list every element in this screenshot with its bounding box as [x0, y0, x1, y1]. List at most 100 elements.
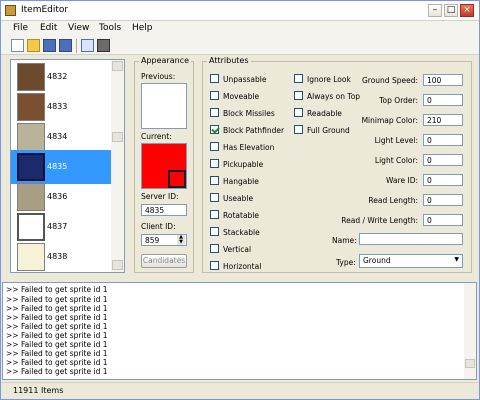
minimize-button[interactable]: –	[428, 4, 442, 17]
list-item[interactable]: 4836	[11, 180, 111, 214]
item-id: 4833	[47, 102, 68, 111]
current-preview	[141, 143, 187, 189]
item-editor-window: ItemEditor – □ × File Edit View Tools He…	[0, 0, 480, 400]
log-line: >> Failed to get sprite id 1	[6, 295, 108, 304]
useable-checkbox[interactable]	[210, 193, 219, 202]
hangable-label: Hangable	[223, 177, 259, 186]
maximize-button[interactable]: □	[444, 4, 458, 17]
item-sprite	[17, 243, 45, 271]
type-select[interactable]: Ground ▼	[359, 254, 463, 268]
ground-speed-field[interactable]: 100	[423, 74, 463, 86]
item-sprite	[17, 153, 45, 181]
menu-edit[interactable]: Edit	[40, 23, 57, 33]
pickupable-checkbox[interactable]	[210, 159, 219, 168]
light-level-field[interactable]: 0	[423, 134, 463, 146]
ignore-look-checkbox[interactable]	[294, 74, 303, 83]
has-elevation-checkbox[interactable]	[210, 142, 219, 151]
menu-tools[interactable]: Tools	[99, 23, 121, 33]
new-icon[interactable]	[11, 39, 24, 52]
horizontal-label: Horizontal	[223, 262, 262, 271]
item-id: 4837	[47, 222, 68, 231]
close-button[interactable]: ×	[460, 4, 474, 17]
item-list[interactable]: 4832 4833 4834 4835 4836 4837 4838	[10, 59, 125, 273]
name-field[interactable]	[359, 233, 463, 245]
list-item[interactable]: 4833	[11, 90, 111, 124]
candidates-button[interactable]: Candidates	[141, 254, 187, 268]
list-item[interactable]: 4837	[11, 210, 111, 244]
vertical-checkbox[interactable]	[210, 244, 219, 253]
top-order-field[interactable]: 0	[423, 94, 463, 106]
stackable-checkbox[interactable]	[210, 227, 219, 236]
minimap-color-field[interactable]: 210	[423, 114, 463, 126]
list-item[interactable]: 4835	[11, 150, 111, 184]
list-item[interactable]: 4838	[11, 240, 111, 272]
previous-label: Previous:	[141, 72, 176, 81]
list-item[interactable]: 4834	[11, 120, 111, 154]
title-bar[interactable]: ItemEditor – □ ×	[1, 1, 479, 21]
list-item[interactable]: 4832	[11, 60, 111, 94]
item-list-scrollbar[interactable]	[111, 60, 124, 272]
scroll-up-icon[interactable]	[112, 61, 123, 71]
appearance-title: Appearance	[139, 56, 192, 65]
status-bar: 11911 Items	[1, 382, 479, 399]
item-sprite	[17, 123, 45, 151]
stepper-arrows-icon[interactable]: ▲ ▼	[177, 235, 185, 245]
read-write-length-field[interactable]: 0	[423, 214, 463, 226]
block-pathfinder-checkbox[interactable]	[210, 125, 219, 134]
full-ground-label: Full Ground	[307, 126, 350, 135]
client-id-label: Client ID:	[141, 222, 176, 231]
save-icon[interactable]	[43, 39, 56, 52]
log-line: >> Failed to get sprite id 1	[6, 285, 108, 294]
output-scrollbar[interactable]	[464, 283, 476, 379]
item-sprite	[17, 93, 45, 121]
current-label: Current:	[141, 132, 172, 141]
light-color-field[interactable]: 0	[423, 154, 463, 166]
menu-help[interactable]: Help	[132, 23, 153, 33]
dropdown-arrow-icon[interactable]: ▼	[454, 256, 459, 263]
tool-icon[interactable]	[97, 39, 110, 52]
readable-checkbox[interactable]	[294, 108, 303, 117]
server-id-label: Server ID:	[141, 192, 179, 201]
scroll-thumb[interactable]	[112, 132, 123, 142]
ignore-look-label: Ignore Look	[307, 75, 351, 84]
menu-bar: File Edit View Tools Help	[1, 21, 479, 37]
save-as-icon[interactable]	[59, 39, 72, 52]
read-write-length-label: Read / Write Length:	[341, 216, 418, 225]
rotatable-checkbox[interactable]	[210, 210, 219, 219]
menu-file[interactable]: File	[13, 23, 28, 33]
item-sprite	[17, 183, 45, 211]
unpassable-checkbox[interactable]	[210, 74, 219, 83]
log-line: >> Failed to get sprite id 1	[6, 367, 108, 376]
hangable-checkbox[interactable]	[210, 176, 219, 185]
block-missiles-checkbox[interactable]	[210, 108, 219, 117]
ware-id-field[interactable]: 0	[423, 174, 463, 186]
rotatable-label: Rotatable	[223, 211, 259, 220]
full-ground-checkbox[interactable]	[294, 125, 303, 134]
log-line: >> Failed to get sprite id 1	[6, 340, 108, 349]
log-line: >> Failed to get sprite id 1	[6, 349, 108, 358]
top-order-label: Top Order:	[379, 96, 418, 105]
attributes-title: Attributes	[207, 56, 251, 65]
block-pathfinder-label: Block Pathfinder	[223, 126, 285, 135]
always-on-top-checkbox[interactable]	[294, 91, 303, 100]
horizontal-checkbox[interactable]	[210, 261, 219, 270]
scroll-down-icon[interactable]	[112, 260, 123, 270]
window-icon[interactable]	[81, 39, 94, 52]
app-icon	[5, 5, 16, 16]
unpassable-label: Unpassable	[223, 75, 267, 84]
appearance-group: Appearance Previous: Current: Server ID:…	[134, 56, 194, 273]
log-line: >> Failed to get sprite id 1	[6, 304, 108, 313]
toolbar-separator	[76, 39, 77, 53]
output-scroll-thumb[interactable]	[465, 359, 475, 368]
item-id: 4835	[47, 162, 68, 171]
server-id-field[interactable]: 4835	[141, 204, 187, 216]
menu-view[interactable]: View	[68, 23, 89, 33]
open-icon[interactable]	[27, 39, 40, 52]
current-sprite-frame	[168, 170, 186, 188]
moveable-checkbox[interactable]	[210, 91, 219, 100]
light-color-label: Light Color:	[374, 156, 418, 165]
client-id-stepper[interactable]: 859 ▲ ▼	[141, 234, 187, 246]
output-log[interactable]: >> Failed to get sprite id 1 >> Failed t…	[2, 282, 477, 380]
ware-id-label: Ware ID:	[386, 176, 418, 185]
read-length-field[interactable]: 0	[423, 194, 463, 206]
